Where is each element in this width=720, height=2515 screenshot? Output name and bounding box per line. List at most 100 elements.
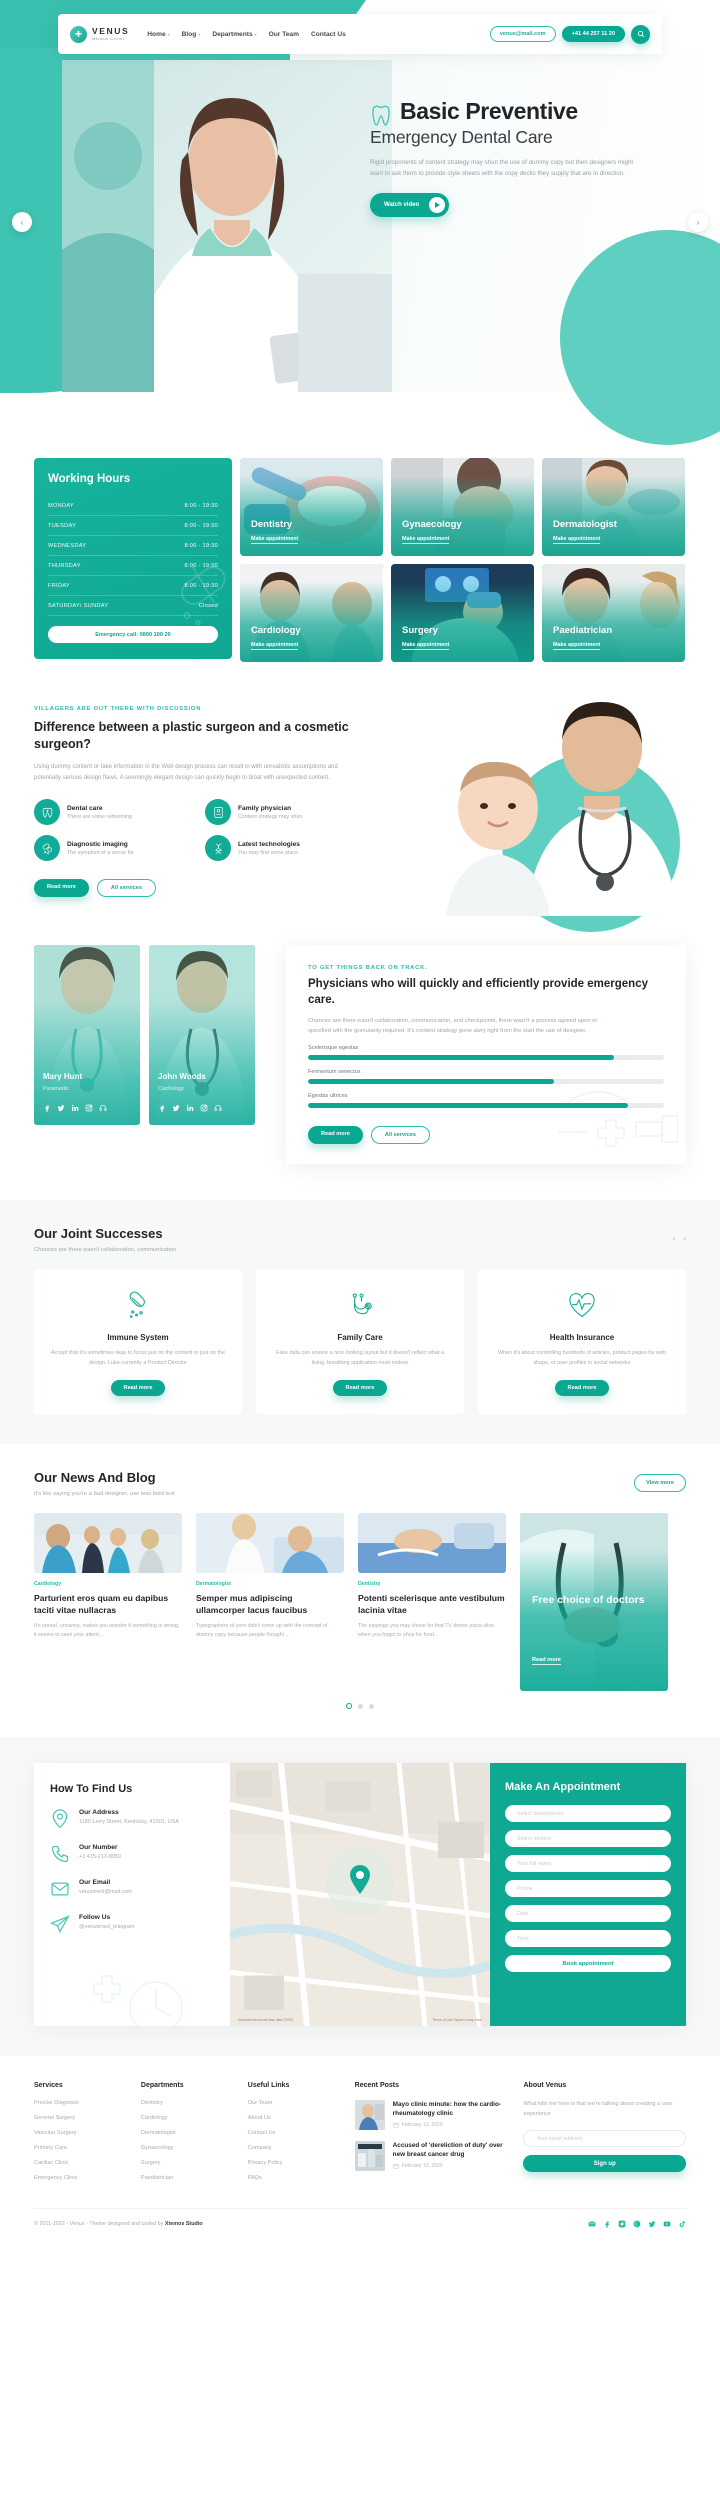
successes-prev-arrow[interactable]: ‹ <box>673 1234 676 1243</box>
service-card-gynaecology[interactable]: Gynaecology Make appointment <box>391 458 534 556</box>
search-icon[interactable] <box>631 24 650 44</box>
recent-post-title[interactable]: Mayo clinic minute: how the cardio-rheum… <box>393 2100 510 2118</box>
blog-post-title[interactable]: Semper mus adipiscing ullamcorper lacus … <box>196 1592 344 1616</box>
stethoscope-icon <box>272 1289 448 1323</box>
footer-link[interactable]: Dermatologist <box>141 2130 234 2136</box>
blog-post-category[interactable]: Dentistry <box>358 1581 506 1587</box>
recent-post-item[interactable]: Mayo clinic minute: how the cardio-rheum… <box>354 2100 510 2130</box>
success-read-more-button[interactable]: Read more <box>554 1380 610 1396</box>
contact-info-panel: How To Find Us Our Address 1180 Larry St… <box>34 1763 230 2026</box>
tiktok-icon[interactable] <box>678 2220 686 2228</box>
recent-post-item[interactable]: Accused of 'dereliction of duty' over ne… <box>354 2141 510 2171</box>
contact-item-follow: Follow Us @venusmed_telegram <box>50 1914 214 1934</box>
feature-latest-technologies[interactable]: Latest technologies You may find some pl… <box>205 835 360 861</box>
footer-link[interactable]: Gynaecology <box>141 2145 234 2151</box>
book-appointment-button[interactable]: Book appointment <box>505 1955 671 1972</box>
envelope-icon[interactable] <box>588 2220 596 2228</box>
footer-link[interactable]: Paediatrician <box>141 2175 234 2181</box>
blog-post-card[interactable]: Dentistry Potenti scelerisque ante vesti… <box>358 1513 506 1691</box>
carousel-dot[interactable] <box>358 1703 363 1709</box>
service-cta[interactable]: Make appointment <box>553 536 601 544</box>
service-card-surgery[interactable]: Surgery Make appointment <box>391 564 534 662</box>
feature-dental-care[interactable]: Dental care There are some redeeming <box>34 799 189 825</box>
date-input[interactable]: Date <box>505 1905 671 1922</box>
hero-prev-arrow[interactable]: ‹ <box>12 212 32 232</box>
footer-link[interactable]: Surgery <box>141 2160 234 2166</box>
footer-link[interactable]: FAQs <box>248 2175 341 2181</box>
recent-post-title[interactable]: Accused of 'dereliction of duty' over ne… <box>393 2141 510 2159</box>
footer-link[interactable]: Primary Care <box>34 2145 127 2151</box>
doctor-card-mary-hunt[interactable]: Mary Hunt Paramedic <box>34 945 140 1125</box>
footer-link[interactable]: General Surgery <box>34 2115 127 2121</box>
doctors-section: Mary Hunt Paramedic John Woods Cardiolog… <box>0 927 720 1200</box>
service-label: Dentistry <box>251 519 293 530</box>
footer-link[interactable]: Cardiology <box>141 2115 234 2121</box>
blog-post-card[interactable]: Dermatologist Semper mus adipiscing ulla… <box>196 1513 344 1691</box>
promo-read-more-link[interactable]: Read more <box>532 1657 561 1665</box>
facebook-icon[interactable] <box>603 2220 611 2228</box>
newsletter-email-input[interactable]: Your email address <box>523 2130 687 2147</box>
blog-post-category[interactable]: Cardiology <box>34 1581 182 1587</box>
footer-link[interactable]: Vascular Surgery <box>34 2130 127 2136</box>
blog-post-card[interactable]: Cardiology Parturient eros quam eu dapib… <box>34 1513 182 1691</box>
service-cta[interactable]: Make appointment <box>251 642 299 650</box>
footer-link[interactable]: Dentistry <box>141 2100 234 2106</box>
footer-link[interactable]: Precise Diagnosis <box>34 2100 127 2106</box>
newsletter-signup-button[interactable]: Sign up <box>523 2155 687 2172</box>
doctor-card-john-woods[interactable]: John Woods Cardiology <box>149 945 255 1125</box>
service-card-dermatologist[interactable]: Dermatologist Make appointment <box>542 458 685 556</box>
watch-video-button[interactable]: Watch video <box>370 193 450 217</box>
service-card-cardiology[interactable]: Cardiology Make appointment <box>240 564 383 662</box>
footer-link[interactable]: Company <box>248 2145 341 2151</box>
time-input[interactable]: Time <box>505 1930 671 1947</box>
nav-item-our-team[interactable]: Our Team <box>269 31 299 38</box>
copyright-brand[interactable]: Xtemos Studio <box>165 2221 203 2227</box>
pinterest-icon[interactable] <box>633 2220 641 2228</box>
blog-post-title[interactable]: Parturient eros quam eu dapibus taciti v… <box>34 1592 182 1616</box>
doctor-select[interactable]: Select doctors <box>505 1830 671 1847</box>
footer-link[interactable]: Our Team <box>248 2100 341 2106</box>
nav-item-home[interactable]: Home ▾ <box>147 31 169 38</box>
twitter-icon[interactable] <box>648 2220 656 2228</box>
service-card-paediatrician[interactable]: Paediatrician Make appointment <box>542 564 685 662</box>
nav-item-departments[interactable]: Departments ▾ <box>212 31 256 38</box>
service-cta[interactable]: Make appointment <box>402 536 450 544</box>
successes-subtitle: Chances are there wasn't collaboration, … <box>34 1247 177 1253</box>
blog-promo-card[interactable]: Free choice of doctors Read more <box>520 1513 668 1691</box>
footer-link[interactable]: Privacy Policy <box>248 2160 341 2166</box>
email-pill[interactable]: venus@mail.com <box>489 26 556 42</box>
success-read-more-button[interactable]: Read more <box>110 1380 166 1396</box>
nav-item-contact-us[interactable]: Contact Us <box>311 31 346 38</box>
difference-all-services-button[interactable]: All services <box>96 879 157 897</box>
blog-view-more-button[interactable]: View more <box>634 1474 686 1492</box>
difference-read-more-button[interactable]: Read more <box>34 879 89 897</box>
blog-post-category[interactable]: Dermatologist <box>196 1581 344 1587</box>
service-cta[interactable]: Make appointment <box>553 642 601 650</box>
physicians-read-more-button[interactable]: Read more <box>308 1126 363 1144</box>
physicians-all-services-button[interactable]: All services <box>370 1126 431 1144</box>
footer-link[interactable]: Emergency Clinic <box>34 2175 127 2181</box>
footer-link[interactable]: About Us <box>248 2115 341 2121</box>
service-cta[interactable]: Make appointment <box>402 642 450 650</box>
success-read-more-button[interactable]: Read more <box>332 1380 388 1396</box>
phone-input[interactable]: Phone <box>505 1880 671 1897</box>
nav-item-blog[interactable]: Blog ▾ <box>182 31 201 38</box>
blog-post-title[interactable]: Potenti scelerisque ante vestibulum laci… <box>358 1592 506 1616</box>
successes-next-arrow[interactable]: › <box>683 1234 686 1243</box>
brand-logo[interactable]: VENUS Medical Center <box>70 25 129 43</box>
hero-next-arrow[interactable]: › <box>688 212 708 232</box>
carousel-dot-active[interactable] <box>346 1703 352 1709</box>
feature-family-physician[interactable]: Family physician Content strategy may sh… <box>205 799 360 825</box>
service-cta[interactable]: Make appointment <box>251 536 299 544</box>
carousel-dot[interactable] <box>369 1703 374 1709</box>
feature-diagnostic-imaging[interactable]: Diagnostic imaging The symptom of a wors… <box>34 835 189 861</box>
footer-link[interactable]: Cardiac Clinic <box>34 2160 127 2166</box>
phone-pill[interactable]: +41 44 257 11 20 <box>561 26 625 42</box>
department-select[interactable]: Select departments <box>505 1805 671 1822</box>
map-view[interactable]: Keyboard shortcuts Map data ©2020 Terms … <box>230 1763 490 2026</box>
youtube-icon[interactable] <box>663 2220 671 2228</box>
instagram-icon[interactable] <box>618 2220 626 2228</box>
footer-link[interactable]: Contact Us <box>248 2130 341 2136</box>
fullname-input[interactable]: Your full name <box>505 1855 671 1872</box>
service-card-dentistry[interactable]: Dentistry Make appointment <box>240 458 383 556</box>
